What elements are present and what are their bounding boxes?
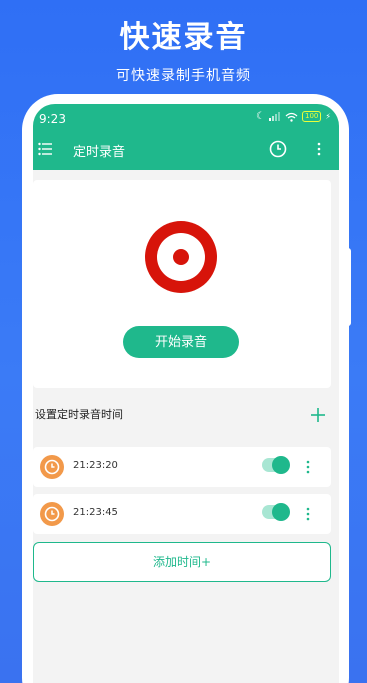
schedule-time-row[interactable]: 21:23:20: [33, 447, 331, 487]
more-vertical-icon[interactable]: [305, 506, 311, 522]
signal-icon: [269, 112, 280, 121]
phone-side-button: [343, 248, 351, 326]
phone-side-button: [22, 295, 30, 345]
app-bar: 9:23 ☾ 100 ⚡ 定时录音: [33, 104, 339, 170]
alarm-clock-icon: [40, 502, 64, 526]
charging-icon: ⚡: [325, 112, 331, 121]
hero-subtitle: 可快速录制手机音频: [116, 68, 251, 84]
schedule-time-text: 21:23:45: [73, 507, 118, 518]
moon-icon: ☾: [256, 111, 265, 122]
start-recording-button[interactable]: 开始录音: [123, 326, 239, 358]
toggle-knob: [272, 456, 290, 474]
phone-side-button: [22, 180, 30, 206]
record-icon[interactable]: [145, 221, 217, 293]
battery-icon: 100: [302, 111, 322, 122]
schedule-time-row[interactable]: 21:23:45: [33, 494, 331, 534]
hero-title: 快速录音: [119, 20, 248, 55]
more-vertical-icon[interactable]: [305, 459, 311, 475]
menu-icon[interactable]: [38, 142, 52, 156]
schedule-section-title: 设置定时录音时间: [35, 408, 123, 421]
more-vertical-icon[interactable]: [313, 141, 325, 157]
add-icon[interactable]: [311, 408, 325, 422]
toggle-knob: [272, 503, 290, 521]
status-icons: ☾ 100 ⚡: [256, 111, 331, 122]
schedule-toggle[interactable]: [262, 456, 290, 474]
schedule-toggle[interactable]: [262, 503, 290, 521]
app-bar-title: 定时录音: [73, 145, 126, 160]
phone-side-button: [22, 230, 30, 280]
alarm-clock-icon: [40, 455, 64, 479]
clock-icon[interactable]: [269, 140, 287, 158]
app-screen: 9:23 ☾ 100 ⚡ 定时录音 开始录音 设置定时录音时间 21:23:20…: [33, 104, 339, 683]
wifi-icon: [285, 112, 298, 122]
status-time: 9:23: [39, 112, 66, 126]
add-time-button[interactable]: 添加时间+: [33, 542, 331, 582]
schedule-time-text: 21:23:20: [73, 460, 118, 471]
record-card: 开始录音: [33, 180, 331, 388]
